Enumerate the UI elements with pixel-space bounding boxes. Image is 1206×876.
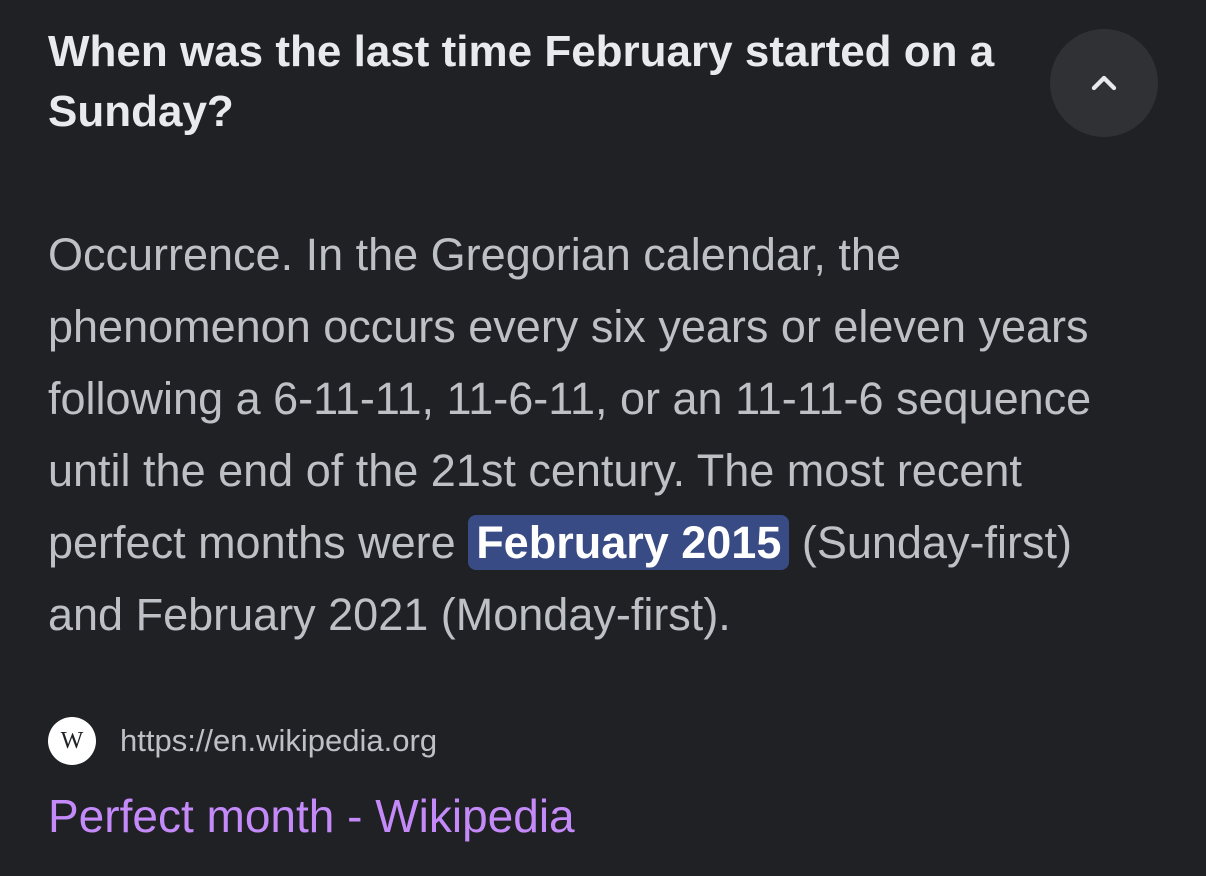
chevron-up-icon xyxy=(1091,75,1117,91)
answer-highlight: February 2015 xyxy=(468,515,790,570)
source-row[interactable]: W https://en.wikipedia.org xyxy=(48,717,437,765)
featured-snippet-card: When was the last time February started … xyxy=(0,0,1206,876)
snippet-question: When was the last time February started … xyxy=(48,27,995,136)
snippet-answer-text: Occurrence. In the Gregorian calendar, t… xyxy=(48,219,1158,651)
source-url[interactable]: https://en.wikipedia.org xyxy=(120,723,437,759)
wikipedia-favicon-icon: W xyxy=(48,717,96,765)
result-title-link[interactable]: Perfect month - Wikipedia xyxy=(48,786,575,846)
collapse-button[interactable] xyxy=(1050,29,1158,137)
